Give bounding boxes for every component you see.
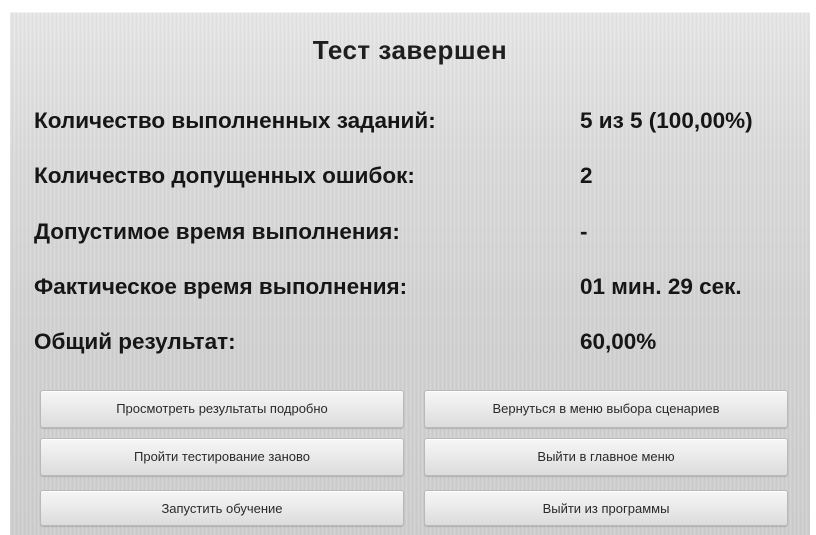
results-panel: Тест завершен Количество выполненных зад… xyxy=(10,12,810,535)
exit-program-button[interactable]: Выйти из программы xyxy=(424,490,788,526)
retake-test-button[interactable]: Пройти тестирование заново xyxy=(40,438,404,476)
completed-tasks-label: Количество выполненных заданий: xyxy=(34,108,436,133)
actual-time-value: 01 мин. 29 сек. xyxy=(580,274,742,299)
back-to-scenarios-button[interactable]: Вернуться в меню выбора сценариев xyxy=(424,390,788,428)
overall-result-label: Общий результат: xyxy=(34,329,236,354)
allowed-time-value: - xyxy=(580,219,588,244)
allowed-time-label: Допустимое время выполнения: xyxy=(34,219,400,244)
actual-time-label: Фактическое время выполнения: xyxy=(34,274,408,299)
overall-result-value: 60,00% xyxy=(580,329,657,354)
page-title: Тест завершен xyxy=(312,35,508,65)
errors-value: 2 xyxy=(580,163,593,188)
main-menu-button[interactable]: Выйти в главное меню xyxy=(424,438,788,476)
completed-tasks-value: 5 из 5 (100,00%) xyxy=(580,108,753,133)
view-details-button[interactable]: Просмотреть результаты подробно xyxy=(40,390,404,428)
start-training-button[interactable]: Запустить обучение xyxy=(40,490,404,526)
errors-label: Количество допущенных ошибок: xyxy=(34,163,415,188)
